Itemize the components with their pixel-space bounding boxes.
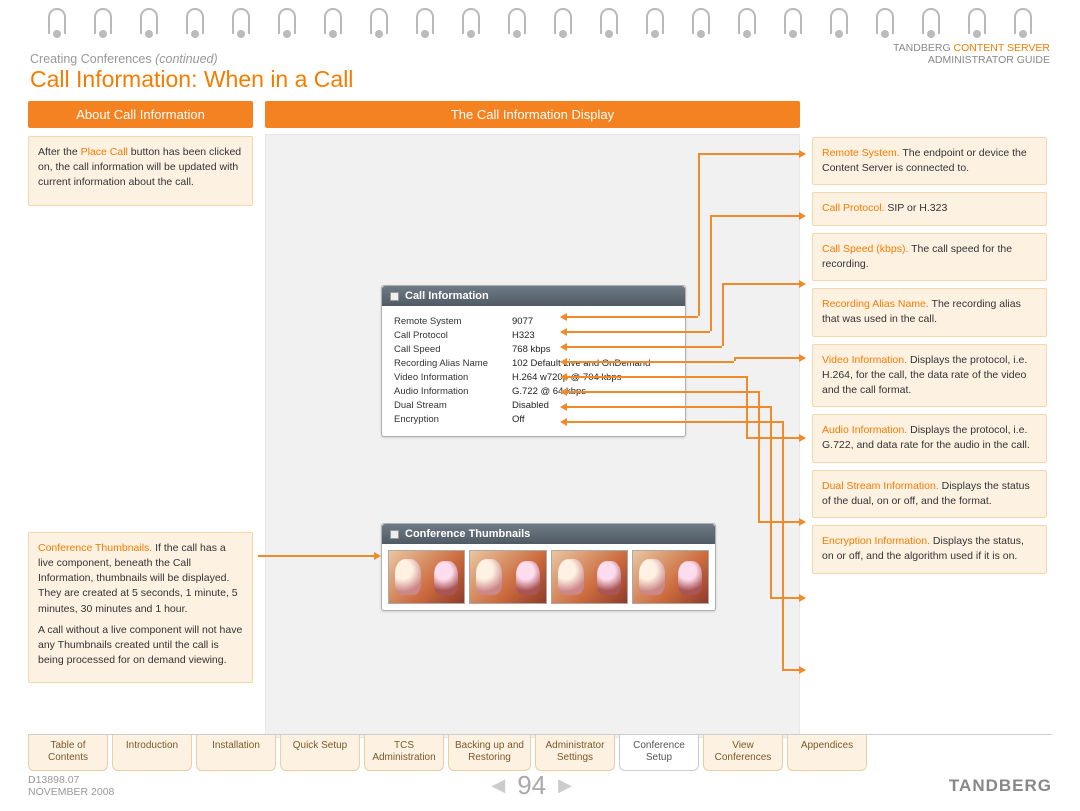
callout-highlight: Remote System.: [822, 147, 900, 159]
doc-meta: D13898.07 NOVEMBER 2008: [28, 774, 114, 798]
thumbnails-title: Conference Thumbnails: [405, 528, 530, 540]
section-tab[interactable]: ConferenceSetup: [619, 735, 699, 771]
callout-text: SIP or H.323: [884, 202, 947, 214]
section-tab[interactable]: ViewConferences: [703, 735, 783, 771]
callout-box: Encryption Information. Displays the sta…: [812, 525, 1047, 573]
info-value: Off: [512, 414, 525, 425]
info-value: 9077: [512, 316, 533, 327]
prev-page-icon[interactable]: ◀: [491, 775, 505, 796]
callout-highlight: Call Protocol.: [822, 202, 884, 214]
about-text-a: After the: [38, 146, 81, 158]
call-info-title: Call Information: [405, 290, 489, 302]
page-number: 94: [517, 770, 546, 801]
illustration-area: Call Information Remote System9077Call P…: [265, 134, 800, 738]
callout-highlight: Call Speed (kbps).: [822, 243, 908, 255]
info-label: Recording Alias Name: [394, 358, 512, 369]
thumbnail-image: [388, 550, 465, 604]
info-value: H323: [512, 330, 535, 341]
spiral-binding: [0, 0, 1080, 34]
breadcrumb-suffix: (continued): [155, 52, 218, 66]
thumbnail-image: [632, 550, 709, 604]
place-call-highlight: Place Call: [81, 146, 128, 158]
section-tab[interactable]: Introduction: [112, 735, 192, 771]
section-tab[interactable]: Table ofContents: [28, 735, 108, 771]
thumbs-highlight: Conference Thumbnails.: [38, 542, 152, 554]
thumbnails-panel-header: Conference Thumbnails: [382, 524, 715, 544]
thumbnail-image: [469, 550, 546, 604]
thumbnail-image: [551, 550, 628, 604]
mid-column-header: The Call Information Display: [265, 101, 800, 128]
info-label: Encryption: [394, 414, 512, 425]
section-tab[interactable]: Appendices: [787, 735, 867, 771]
product-word: CONTENT SERVER: [954, 42, 1050, 54]
doc-id-block: TANDBERG CONTENT SERVER ADMINISTRATOR GU…: [893, 42, 1050, 66]
info-label: Call Speed: [394, 344, 512, 355]
callout-highlight: Dual Stream Information.: [822, 480, 939, 492]
collapse-icon: [390, 530, 399, 539]
info-row: Call Speed768 kbps: [394, 342, 673, 356]
callout-box: Audio Information. Displays the protocol…: [812, 414, 1047, 462]
callout-box: Call Protocol. SIP or H.323: [812, 192, 1047, 225]
brand-logo: TANDBERG: [949, 776, 1052, 796]
info-label: Remote System: [394, 316, 512, 327]
next-page-icon[interactable]: ▶: [558, 775, 572, 796]
info-label: Video Information: [394, 372, 512, 383]
page-navigator: ◀ 94 ▶: [491, 770, 572, 801]
brand-word: TANDBERG: [893, 42, 951, 54]
callout-highlight: Audio Information.: [822, 424, 907, 436]
conference-thumbnails-box: Conference Thumbnails. If the call has a…: [28, 532, 253, 684]
info-label: Dual Stream: [394, 400, 512, 411]
call-info-panel-header: Call Information: [382, 286, 685, 306]
info-row: EncryptionOff: [394, 412, 673, 426]
collapse-icon: [390, 292, 399, 301]
left-column-header: About Call Information: [28, 101, 253, 128]
thumbs-text-b: A call without a live component will not…: [38, 623, 243, 669]
callout-box: Call Speed (kbps). The call speed for th…: [812, 233, 1047, 281]
section-tab[interactable]: Quick Setup: [280, 735, 360, 771]
section-tab[interactable]: AdministratorSettings: [535, 735, 615, 771]
callout-highlight: Video Information.: [822, 354, 907, 366]
callout-box: Remote System. The endpoint or device th…: [812, 137, 1047, 185]
callout-box: Recording Alias Name. The recording alia…: [812, 288, 1047, 336]
callout-box: Dual Stream Information. Displays the st…: [812, 470, 1047, 518]
callout-highlight: Recording Alias Name.: [822, 298, 929, 310]
info-value: 768 kbps: [512, 344, 551, 355]
section-tab[interactable]: Installation: [196, 735, 276, 771]
about-call-info-box: After the Place Call button has been cli…: [28, 136, 253, 206]
info-label: Call Protocol: [394, 330, 512, 341]
section-tabs: Table ofContentsIntroductionInstallation…: [28, 734, 1052, 771]
section-tab[interactable]: Backing up andRestoring: [448, 735, 531, 771]
info-value: Disabled: [512, 400, 549, 411]
callout-highlight: Encryption Information.: [822, 535, 930, 547]
callout-box: Video Information. Displays the protocol…: [812, 344, 1047, 408]
doc-date: NOVEMBER 2008: [28, 786, 114, 798]
thumbnails-panel: Conference Thumbnails: [381, 523, 716, 611]
info-row: Dual StreamDisabled: [394, 398, 673, 412]
guide-word: ADMINISTRATOR GUIDE: [928, 54, 1050, 66]
doc-number: D13898.07: [28, 774, 79, 786]
info-value: 102 Default Live and OnDemand: [512, 358, 650, 369]
info-row: Recording Alias Name102 Default Live and…: [394, 356, 673, 370]
section-tab[interactable]: TCSAdministration: [364, 735, 444, 771]
breadcrumb-section: Creating Conferences: [30, 52, 152, 66]
info-label: Audio Information: [394, 386, 512, 397]
page-title: Call Information: When in a Call: [0, 66, 1080, 93]
breadcrumb: Creating Conferences (continued): [30, 52, 218, 66]
